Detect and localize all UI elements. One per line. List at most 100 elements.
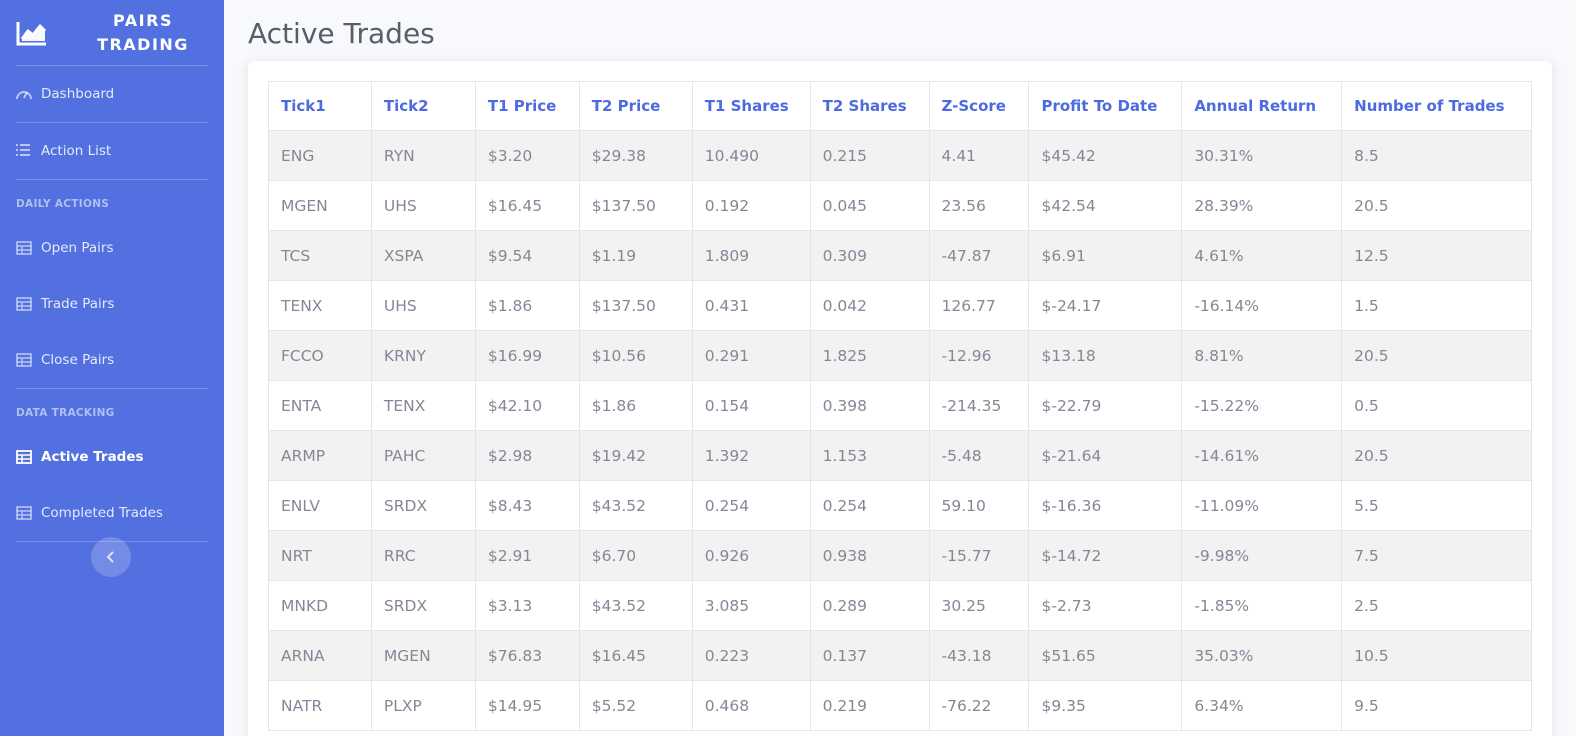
table-icon <box>16 506 32 520</box>
sidebar-item-label: Trade Pairs <box>41 296 115 312</box>
table-cell: NATR <box>268 680 372 731</box>
table-cell: SRDX <box>370 480 476 531</box>
page-title: Active Trades <box>248 17 435 50</box>
sidebar-item-completed-trades[interactable]: Completed Trades <box>0 485 224 541</box>
table-cell: ARNA <box>268 630 372 681</box>
table-cell: 35.03% <box>1181 630 1343 681</box>
column-header[interactable]: Tick2 <box>370 81 476 131</box>
table-cell: $76.83 <box>474 630 580 681</box>
sidebar-item-active-trades[interactable]: Active Trades <box>0 429 224 485</box>
table-cell: 1.5 <box>1341 280 1532 331</box>
table-cell: $6.70 <box>578 530 693 581</box>
table-cell: PLXP <box>370 680 476 731</box>
column-header[interactable]: Tick1 <box>268 81 372 131</box>
table-cell: $8.43 <box>474 480 580 531</box>
sidebar-toggle-button[interactable] <box>91 537 131 577</box>
table-cell: -11.09% <box>1181 480 1343 531</box>
table-cell: -12.96 <box>928 330 1030 381</box>
table-cell: $137.50 <box>578 280 693 331</box>
table-cell: $1.86 <box>474 280 580 331</box>
table-cell: 28.39% <box>1181 180 1343 231</box>
table-cell: FCCO <box>268 330 372 381</box>
column-header[interactable]: Annual Return <box>1181 81 1343 131</box>
sidebar-item-open-pairs[interactable]: Open Pairs <box>0 220 224 276</box>
brand-name: PAIRS TRADING <box>88 9 198 57</box>
table-cell: $-14.72 <box>1028 530 1183 581</box>
table-cell: -1.85% <box>1181 580 1343 631</box>
table-cell: $2.98 <box>474 430 580 481</box>
table-cell: $45.42 <box>1028 130 1183 181</box>
table-cell: $16.99 <box>474 330 580 381</box>
table-cell: TENX <box>370 380 476 431</box>
table-cell: $-22.79 <box>1028 380 1183 431</box>
column-header[interactable]: T1 Shares <box>691 81 811 131</box>
column-header[interactable]: T1 Price <box>474 81 580 131</box>
sidebar-item-trade-pairs[interactable]: Trade Pairs <box>0 276 224 332</box>
table-body: ENG RYN $3.20 $29.38 10.490 0.215 4.41 $45.42 30… <box>268 130 1532 731</box>
table-cell: 30.25 <box>928 580 1030 631</box>
table-cell: $16.45 <box>474 180 580 231</box>
table-cell: 30.31% <box>1181 130 1343 181</box>
table-cell: $137.50 <box>578 180 693 231</box>
column-header[interactable]: T2 Price <box>578 81 693 131</box>
table-header-row: Tick1 Tick2 T1 Price T2 Price T1 Shares T2 Sh… <box>268 81 1532 131</box>
table-cell: $1.19 <box>578 230 693 281</box>
table-cell: -9.98% <box>1181 530 1343 581</box>
table-cell: 5.5 <box>1341 480 1532 531</box>
table-cell: 6.34% <box>1181 680 1343 731</box>
table-cell: ARMP <box>268 430 372 481</box>
table-cell: $42.10 <box>474 380 580 431</box>
sidebar-item-action-list[interactable]: Action List <box>0 123 224 179</box>
table-cell: -15.77 <box>928 530 1030 581</box>
sidebar-item-dashboard[interactable]: Dashboard <box>0 66 224 122</box>
table-cell: 4.41 <box>928 130 1030 181</box>
table-cell: $16.45 <box>578 630 693 681</box>
table-cell: $9.35 <box>1028 680 1183 731</box>
column-header[interactable]: Profit To Date <box>1028 81 1183 131</box>
table-icon <box>16 353 32 367</box>
table-cell: 0.398 <box>809 380 930 431</box>
table-row: TENX UHS $1.86 $137.50 0.431 0.042 126.77 $-24.… <box>268 280 1532 331</box>
table-cell: MNKD <box>268 580 372 631</box>
table-cell: -214.35 <box>928 380 1030 431</box>
sidebar-item-label: Active Trades <box>41 449 144 465</box>
table-cell: $-2.73 <box>1028 580 1183 631</box>
table-row: ARMP PAHC $2.98 $19.42 1.392 1.153 -5.48 $-21.6… <box>268 430 1532 481</box>
table-cell: $13.18 <box>1028 330 1183 381</box>
list-icon <box>16 144 32 158</box>
table-cell: $3.20 <box>474 130 580 181</box>
table-cell: 3.085 <box>691 580 811 631</box>
column-header[interactable]: Number of Trades <box>1341 81 1532 131</box>
column-header[interactable]: T2 Shares <box>809 81 930 131</box>
table-cell: RRC <box>370 530 476 581</box>
table-cell: $19.42 <box>578 430 693 481</box>
table-cell: TCS <box>268 230 372 281</box>
table-cell: MGEN <box>268 180 372 231</box>
table-cell: 0.938 <box>809 530 930 581</box>
table-cell: NRT <box>268 530 372 581</box>
table-cell: ENG <box>268 130 372 181</box>
table-cell: SRDX <box>370 580 476 631</box>
table-cell: $42.54 <box>1028 180 1183 231</box>
main-content: Active Trades Tick1 Tick2 T1 Price T2 Price… <box>224 0 1576 736</box>
table-cell: PAHC <box>370 430 476 481</box>
sidebar-item-label: Close Pairs <box>41 352 115 368</box>
table-cell: 0.219 <box>809 680 930 731</box>
table-cell: $14.95 <box>474 680 580 731</box>
brand[interactable]: PAIRS TRADING <box>0 0 224 65</box>
table-cell: 0.468 <box>691 680 811 731</box>
table-icon <box>16 241 32 255</box>
sidebar: PAIRS TRADING Dashboard Action List DAIL… <box>0 0 224 736</box>
table-cell: 0.223 <box>691 630 811 681</box>
table-cell: 9.5 <box>1341 680 1532 731</box>
table-cell: 0.289 <box>809 580 930 631</box>
table-cell: UHS <box>370 180 476 231</box>
table-row: ENTA TENX $42.10 $1.86 0.154 0.398 -214.35 $-22… <box>268 380 1532 431</box>
table-cell: 0.5 <box>1341 380 1532 431</box>
column-header[interactable]: Z-Score <box>928 81 1030 131</box>
table-row: ENG RYN $3.20 $29.38 10.490 0.215 4.41 $45.42 30… <box>268 130 1532 181</box>
sidebar-heading-data-tracking: DATA TRACKING <box>16 407 115 419</box>
sidebar-item-close-pairs[interactable]: Close Pairs <box>0 332 224 388</box>
app-root: PAIRS TRADING Dashboard Action List DAIL… <box>0 0 1576 736</box>
table-cell: 0.254 <box>809 480 930 531</box>
